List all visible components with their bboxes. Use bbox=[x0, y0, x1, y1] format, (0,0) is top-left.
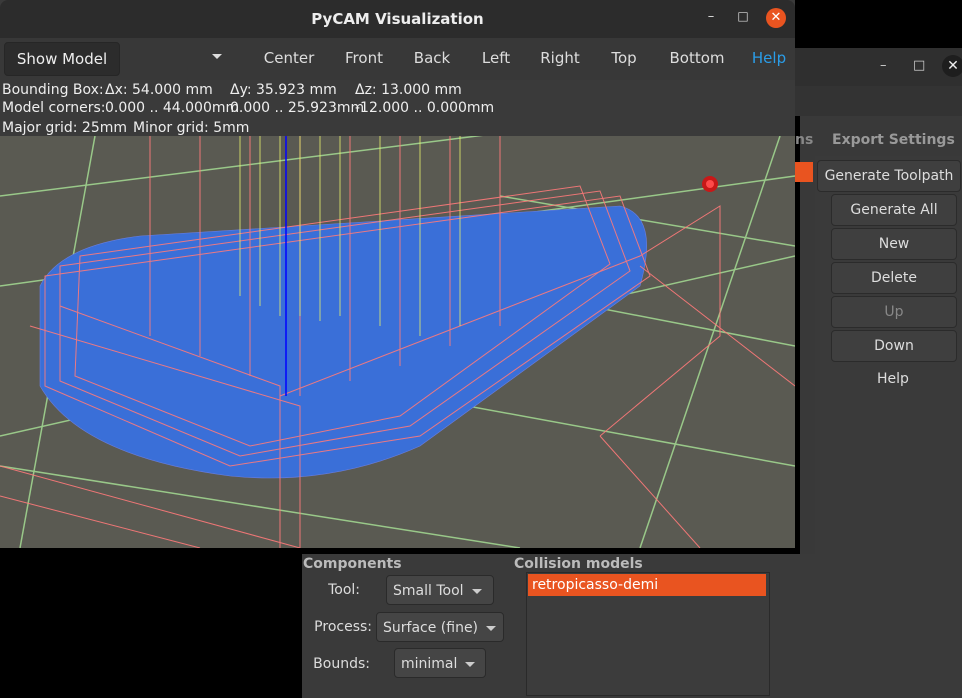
toolpath-button-panel: Generate Toolpath Generate All New Delet… bbox=[815, 156, 962, 556]
model-corners-label: Model corners: bbox=[2, 100, 106, 116]
tab-export-settings[interactable]: Export Settings bbox=[832, 124, 962, 156]
view-back-button[interactable]: Back bbox=[406, 42, 458, 74]
collision-models-title: Collision models bbox=[514, 556, 643, 572]
up-button[interactable]: Up bbox=[831, 296, 957, 328]
3d-viewport[interactable] bbox=[0, 136, 795, 548]
corners-x: 0.000 .. 44.000mm bbox=[105, 100, 240, 116]
bounding-box-label: Bounding Box: bbox=[2, 82, 104, 98]
delete-button[interactable]: Delete bbox=[831, 262, 957, 294]
bounds-label: Bounds: bbox=[313, 656, 370, 672]
selected-list-row[interactable] bbox=[795, 162, 813, 182]
model-render bbox=[0, 136, 795, 548]
minor-grid-info: Minor grid: 5mm bbox=[133, 120, 250, 136]
chevron-down-icon[interactable] bbox=[212, 54, 222, 59]
chevron-down-icon bbox=[471, 588, 482, 594]
major-grid-info: Major grid: 25mm bbox=[2, 120, 127, 136]
view-front-button[interactable]: Front bbox=[336, 42, 392, 74]
chevron-down-icon bbox=[465, 661, 476, 667]
maximize-icon[interactable]: □ bbox=[734, 9, 752, 27]
main-window-titlebar bbox=[795, 48, 962, 86]
tool-select-value: Small Tool bbox=[393, 583, 464, 599]
tool-label: Tool: bbox=[328, 582, 360, 598]
generate-toolpath-button[interactable]: Generate Toolpath bbox=[817, 160, 961, 192]
help-button[interactable]: Help bbox=[831, 364, 955, 394]
bounds-select-value: minimal bbox=[401, 656, 458, 672]
tool-marker-icon bbox=[702, 176, 718, 192]
down-button[interactable]: Down bbox=[831, 330, 957, 362]
view-right-button[interactable]: Right bbox=[534, 42, 586, 74]
window-title: PyCAM Visualization bbox=[311, 10, 484, 28]
minimize-icon[interactable]: – bbox=[702, 9, 720, 27]
main-close-icon[interactable]: ✕ bbox=[942, 55, 962, 77]
bbox-dy: Δy: 35.923 mm bbox=[230, 82, 337, 98]
view-top-button[interactable]: Top bbox=[602, 42, 646, 74]
main-minimize-icon[interactable]: – bbox=[880, 58, 887, 73]
show-model-button[interactable]: Show Model bbox=[4, 42, 120, 76]
main-menubar bbox=[795, 86, 962, 116]
bounds-select[interactable]: minimal bbox=[394, 648, 486, 678]
process-select-value: Surface (fine) bbox=[383, 620, 479, 636]
components-title: Components bbox=[303, 556, 402, 572]
model-info: Bounding Box: Δx: 54.000 mm Δy: 35.923 m… bbox=[0, 80, 795, 136]
tool-select[interactable]: Small Tool bbox=[386, 575, 494, 605]
view-bottom-button[interactable]: Bottom bbox=[664, 42, 730, 74]
process-select[interactable]: Surface (fine) bbox=[376, 612, 504, 642]
process-label: Process: bbox=[314, 619, 372, 635]
bbox-dx: Δx: 54.000 mm bbox=[105, 82, 213, 98]
corners-y: 0.000 .. 25.923mm bbox=[230, 100, 365, 116]
view-center-button[interactable]: Center bbox=[258, 42, 320, 74]
corners-z: -12.000 .. 0.000mm bbox=[355, 100, 495, 116]
bbox-dz: Δz: 13.000 mm bbox=[355, 82, 462, 98]
new-button[interactable]: New bbox=[831, 228, 957, 260]
view-left-button[interactable]: Left bbox=[474, 42, 518, 74]
help-link[interactable]: Help bbox=[748, 42, 790, 74]
chevron-down-icon bbox=[486, 625, 497, 631]
list-item[interactable]: retropicasso-demi bbox=[528, 574, 766, 596]
generate-all-button[interactable]: Generate All bbox=[831, 194, 957, 226]
tab-partial[interactable]: ns bbox=[795, 124, 835, 156]
close-icon[interactable]: ✕ bbox=[766, 8, 786, 28]
main-maximize-icon[interactable]: □ bbox=[913, 58, 925, 73]
